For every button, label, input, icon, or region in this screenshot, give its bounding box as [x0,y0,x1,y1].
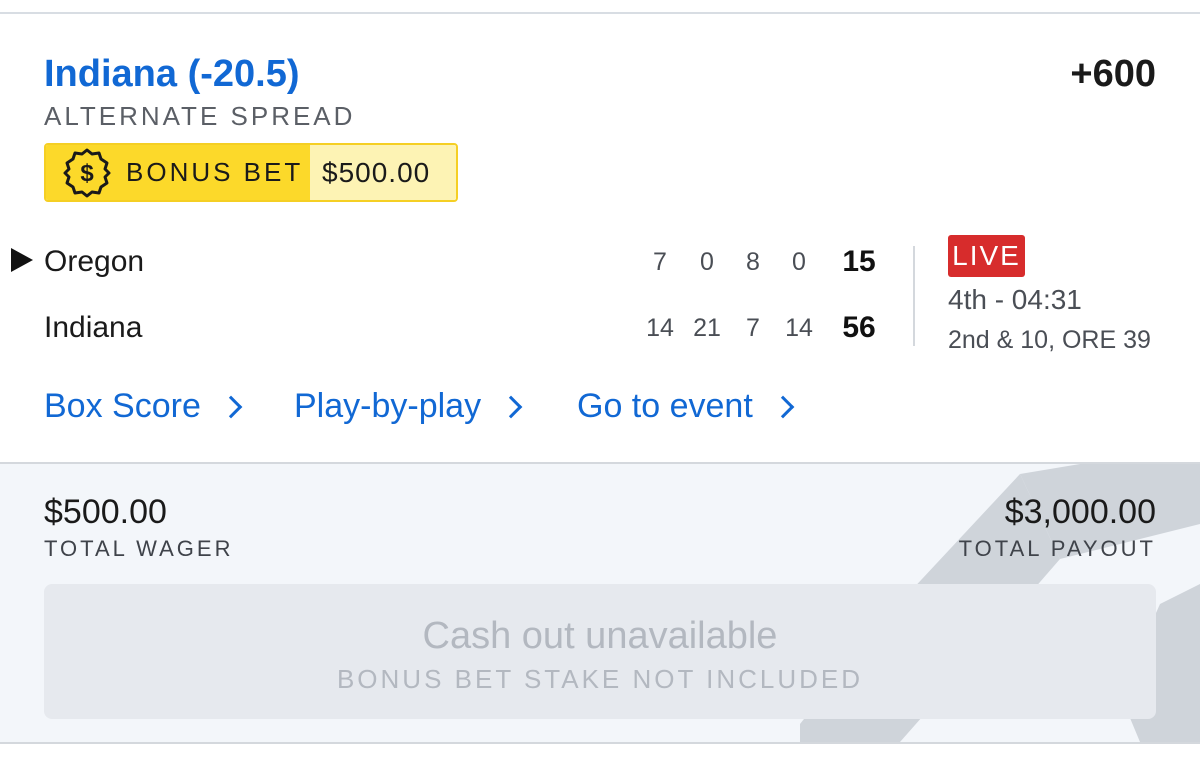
total-score-oregon: 15 [842,245,876,278]
market-type-label: ALTERNATE SPREAD [44,101,356,131]
cash-out-subtitle: BONUS BET STAKE NOT INCLUDED [336,664,864,694]
team-name-indiana: Indiana [44,311,143,344]
team-name-oregon: Oregon [44,245,145,278]
game-clock: 4th - 04:31 [948,284,1082,315]
bonus-bet-badge: $ BONUS BET $500.00 [44,143,458,202]
box-score-link[interactable]: Box Score [44,386,243,426]
bet-summary-panel: $500.00 TOTAL WAGER $3,000.00 TOTAL PAYO… [0,464,1200,742]
total-payout-amount: $3,000.00 [1004,493,1156,531]
total-score-indiana: 56 [842,311,876,344]
bet-selection-title: Indiana (-20.5) [44,53,300,95]
cash-out-title: Cash out unavailable [422,615,778,657]
quarter-score: 8 [746,248,760,276]
total-payout-label: TOTAL PAYOUT [958,536,1156,561]
bonus-bet-amount: $500.00 [310,145,456,200]
dollar-seal-icon: $ [63,148,111,197]
expand-scoreboard-arrow-icon[interactable] [11,248,33,272]
play-by-play-label: Play-by-play [294,387,482,425]
scoreboard-divider [913,246,915,346]
go-to-event-link[interactable]: Go to event [577,386,795,426]
bonus-bet-label: BONUS BET [126,157,304,187]
go-to-event-label: Go to event [577,387,753,425]
play-by-play-link[interactable]: Play-by-play [294,386,523,426]
bonus-bet-tag: $ BONUS BET [46,145,310,200]
quarter-score: 14 [785,314,813,342]
svg-text:$: $ [80,160,94,187]
quarter-score: 0 [792,248,806,276]
chevron-right-icon [771,395,795,419]
quarter-score: 0 [700,248,714,276]
quarter-score: 14 [646,314,674,342]
footer-strip [0,744,1200,767]
box-score-label: Box Score [44,387,201,425]
chevron-right-icon [219,395,243,419]
top-separator [0,0,1200,14]
quarter-score: 7 [653,248,667,276]
down-and-distance: 2nd & 10, ORE 39 [948,326,1151,354]
bet-odds: +600 [1070,53,1156,95]
live-badge: LIVE [948,235,1025,277]
total-wager-amount: $500.00 [44,493,167,531]
chevron-right-icon [499,395,523,419]
quarter-score: 21 [693,314,721,342]
cash-out-button[interactable]: Cash out unavailable BONUS BET STAKE NOT… [44,584,1156,719]
total-wager-label: TOTAL WAGER [44,536,234,561]
quarter-score: 7 [746,314,760,342]
